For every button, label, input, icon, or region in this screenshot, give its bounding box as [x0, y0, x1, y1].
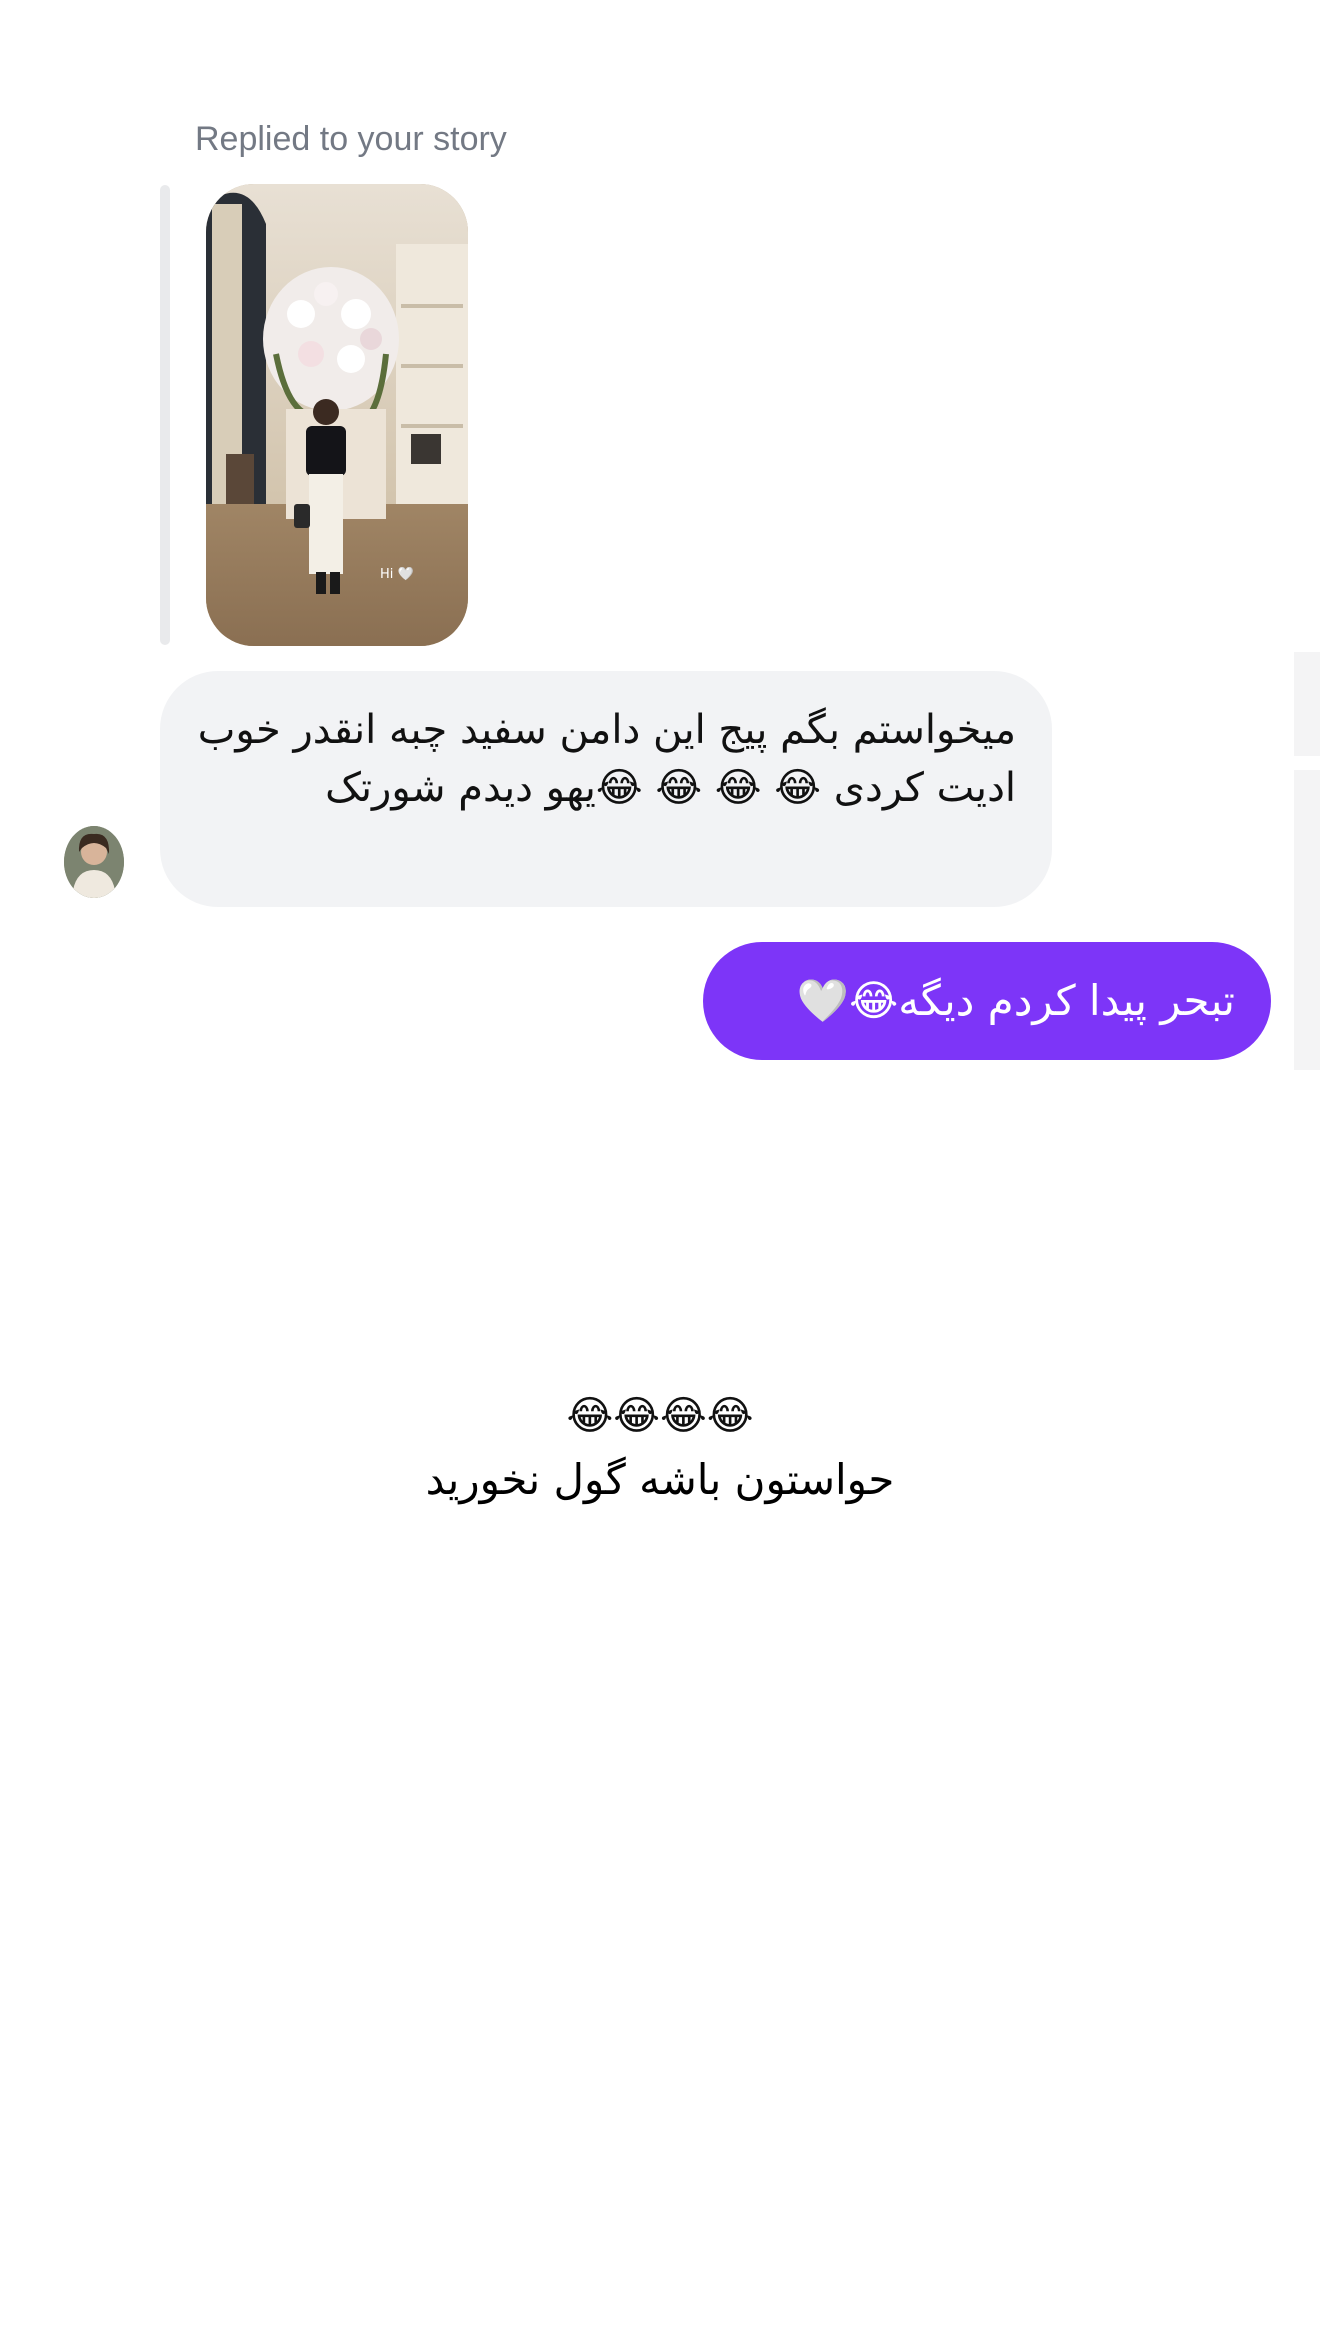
overlay-caption-text: حواستون باشه گول نخورید [425, 1455, 895, 1504]
reply-quote-bar [160, 185, 170, 645]
story-thumbnail-caption: Hi 🤍 [380, 566, 415, 582]
scroll-edge-indicator [1294, 770, 1320, 1070]
user-avatar[interactable] [64, 826, 124, 898]
incoming-message-text: میخواستم بگم پیج این دامن سفید چبه انقدر… [197, 707, 1016, 811]
outgoing-message-text: تبحر پیدا کردم دیگه😂🤍 [796, 976, 1235, 1025]
scroll-edge-indicator [1294, 652, 1320, 756]
incoming-message-bubble[interactable]: میخواستم بگم پیج این دامن سفید چبه انقدر… [160, 671, 1052, 907]
avatar-image [64, 826, 124, 898]
story-reply-label: Replied to your story [195, 120, 507, 158]
story-thumbnail-image: Hi 🤍 [206, 184, 468, 646]
outgoing-message-bubble[interactable]: تبحر پیدا کردم دیگه😂🤍 [703, 942, 1271, 1060]
overlay-caption-emoji: 😂😂😂😂 [566, 1393, 754, 1439]
story-thumbnail[interactable]: Hi 🤍 [206, 184, 468, 646]
